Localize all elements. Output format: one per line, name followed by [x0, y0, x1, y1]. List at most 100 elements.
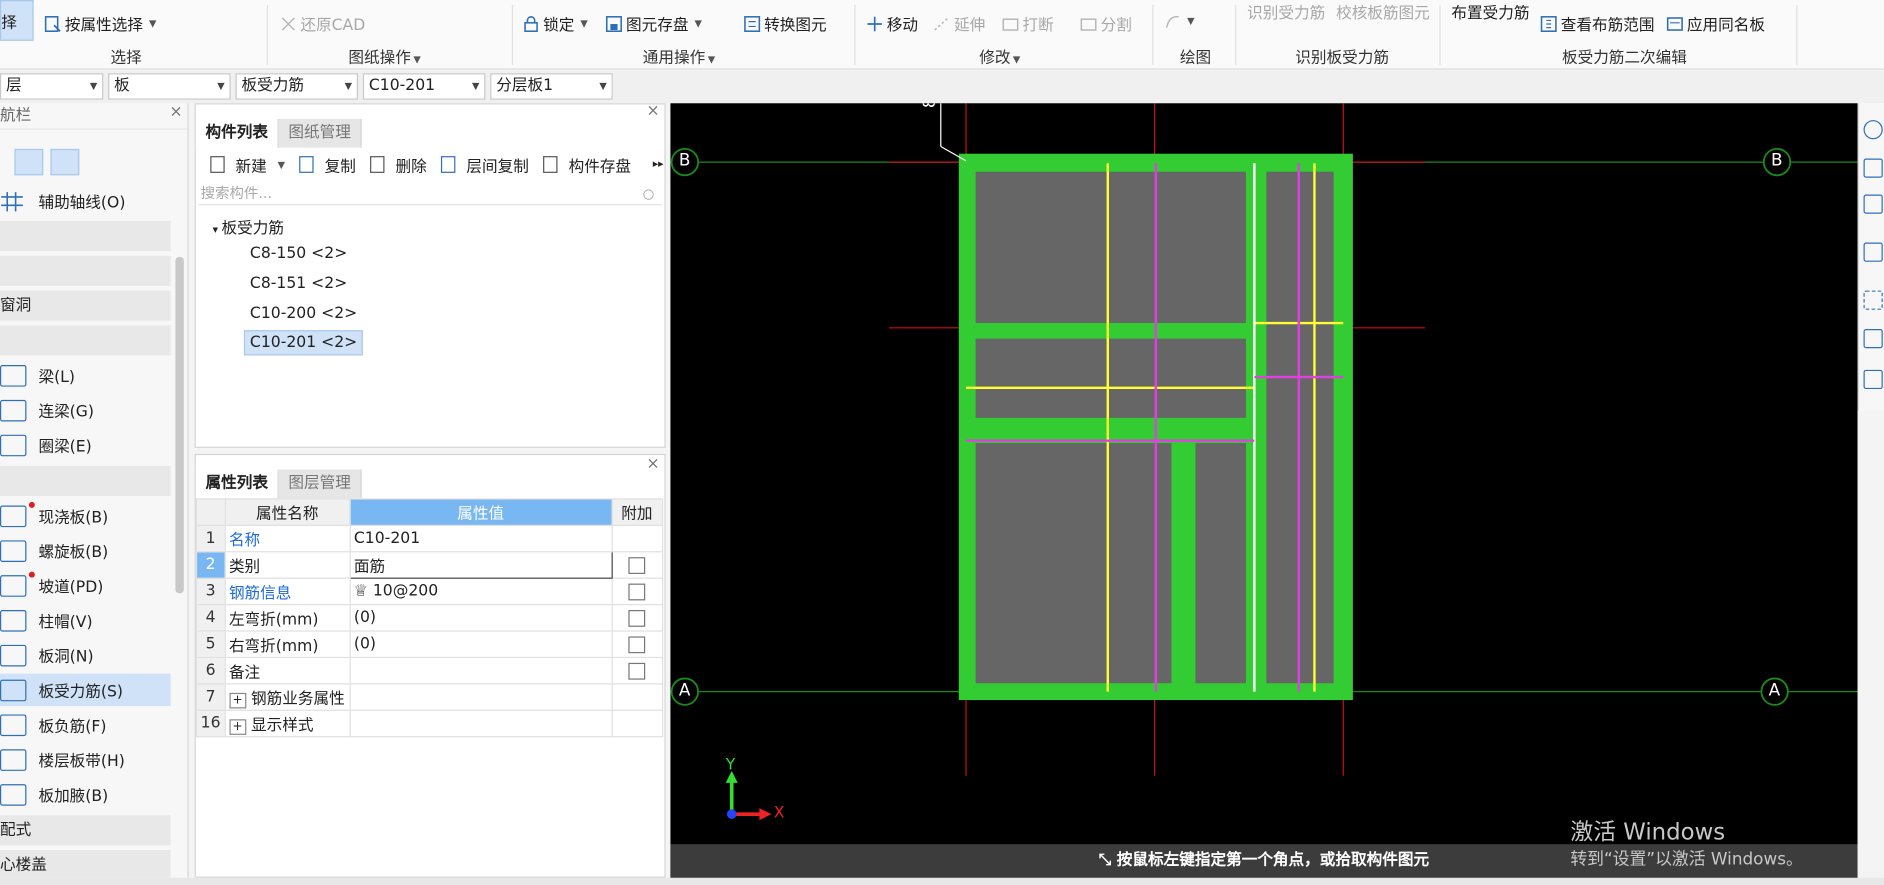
region-select-icon[interactable] — [1863, 290, 1883, 310]
extend-label: 延伸 — [953, 16, 986, 35]
tab-property-list[interactable]: 属性列表 — [195, 469, 279, 499]
nav-item-floor-strip[interactable]: 楼层板带(H) — [0, 743, 171, 775]
new-button[interactable]: 新建 ▼ — [203, 153, 285, 176]
nav-group-blank[interactable] — [0, 465, 171, 496]
nav-item-ramp[interactable]: 坡道(PD) — [0, 569, 171, 601]
save-elements-button[interactable]: 图元存盘 ▼ — [604, 12, 702, 35]
group-label-identify-slab-rebar: 识别板受力筋 — [1295, 49, 1389, 68]
nav-item-spiral-slab[interactable]: 螺旋板(B) — [0, 534, 171, 566]
orbit-icon[interactable] — [1863, 120, 1883, 140]
split-label: 分割 — [1100, 16, 1132, 35]
group-divider — [854, 4, 856, 65]
component-search-input[interactable]: 搜索构件... — [198, 181, 663, 206]
nav-group-prefab[interactable]: 配式 — [0, 815, 171, 846]
convert-elements-button[interactable]: 转换图元 — [743, 12, 827, 35]
nav-item-column-cap[interactable]: 柱帽(V) — [0, 604, 171, 636]
lock-button[interactable]: 锁定 ▼ — [521, 12, 588, 35]
filter-select-button[interactable]: 按属性选择 ▼ — [43, 12, 156, 35]
slab-haunch-icon — [0, 783, 27, 806]
nav-group-window-opening[interactable]: 窗洞 — [0, 290, 171, 321]
close-icon[interactable]: × — [647, 455, 660, 473]
navigation-panel: 航栏 × 辅助轴线(O) 窗洞 梁(L) 连梁(G) 圈梁(E) 现浇板(B) … — [0, 103, 189, 878]
arc-draw-button[interactable]: ▼ — [1163, 12, 1194, 30]
split-button[interactable]: 分割 — [1079, 12, 1132, 35]
view-rebar-range-button[interactable]: 查看布筋范围 — [1539, 12, 1654, 35]
delete-button[interactable]: 删除 — [363, 153, 427, 176]
table-row[interactable]: 5 右弯折(mm) (0) — [195, 630, 663, 659]
detail-view-icon[interactable] — [50, 148, 80, 176]
tree-item[interactable]: C8-150 <2> — [250, 245, 347, 263]
nav-item-cast-slab[interactable]: 现浇板(B) — [0, 500, 171, 532]
group-divider — [511, 4, 514, 65]
nav-item-slab-rebar[interactable]: 板受力筋(S) — [0, 673, 171, 707]
component-dropdown[interactable]: C10-201 ▼ — [362, 73, 486, 100]
table-row[interactable]: 3 钢筋信息 ♕ 10@200 — [195, 577, 663, 606]
identify-rebar-button[interactable]: 识别受力筋 — [1247, 0, 1325, 23]
tab-layer-management[interactable]: 图层管理 — [278, 469, 362, 499]
more-icon[interactable]: ▸▸ — [653, 159, 664, 171]
nav-scrollbar[interactable] — [175, 256, 184, 594]
restore-cad-button[interactable]: 还原CAD — [279, 12, 365, 35]
list-view-icon[interactable] — [14, 148, 44, 176]
box-view-icon[interactable] — [1863, 194, 1883, 214]
nav-item-slab-negative-rebar[interactable]: 板负筋(F) — [0, 708, 171, 740]
table-row[interactable]: 6 备注 — [195, 656, 663, 685]
nav-group-blank[interactable] — [0, 220, 171, 251]
category-dropdown[interactable]: 板 ▼ — [108, 73, 231, 100]
nav-item-ring-beam[interactable]: 圈梁(E) — [0, 429, 171, 461]
tab-component-list[interactable]: 构件列表 — [195, 118, 279, 148]
table-row[interactable]: 16 + 显示样式 — [195, 709, 663, 738]
table-row[interactable]: 4 左弯折(mm) (0) — [195, 604, 663, 632]
move-button[interactable]: 移动 — [865, 12, 918, 35]
extend-button[interactable]: 延伸 — [932, 12, 985, 35]
extra-checkbox[interactable] — [628, 556, 646, 574]
select-button[interactable]: 择 — [0, 0, 34, 41]
component-save-button[interactable]: 构件存盘 — [536, 153, 631, 176]
list-settings-icon[interactable] — [1863, 369, 1883, 390]
place-rebar-button[interactable]: 布置受力筋 — [1451, 0, 1529, 23]
break-button[interactable]: 打断 — [1001, 12, 1054, 35]
nav-item-coupling-beam[interactable]: 连梁(G) — [0, 394, 171, 426]
close-icon[interactable]: × — [170, 103, 183, 121]
extra-checkbox[interactable] — [628, 582, 646, 600]
extra-checkbox[interactable] — [628, 609, 646, 627]
nav-group-blank[interactable] — [0, 325, 171, 356]
extra-checkbox[interactable] — [628, 662, 646, 680]
tab-drawing-management[interactable]: 图纸管理 — [278, 118, 362, 148]
table-row[interactable]: 1 名称 C10-201 — [195, 524, 663, 553]
expand-icon[interactable]: + — [228, 692, 247, 709]
cube-icon[interactable] — [1863, 329, 1883, 349]
close-icon[interactable]: × — [647, 102, 660, 120]
solid-view-icon[interactable] — [1863, 242, 1883, 262]
slab-rebar-icon — [0, 679, 27, 701]
split-icon — [1079, 14, 1097, 32]
nav-group-blank[interactable] — [0, 255, 171, 286]
tree-item-selected[interactable]: C10-201 <2> — [243, 330, 364, 356]
drawing-canvas[interactable]: 800 B B A A Y X — [670, 103, 1858, 878]
check-rebar-button[interactable]: 校核板筋图元 — [1336, 0, 1430, 23]
nav-item-beam[interactable]: 梁(L) — [0, 359, 171, 391]
table-row[interactable]: 2 类别 面筋 — [195, 551, 663, 579]
header-property-name: 属性名称 — [224, 498, 351, 526]
floor-copy-button[interactable]: 层间复制 — [434, 153, 529, 176]
tree-item[interactable]: C8-151 <2> — [250, 275, 347, 293]
nav-item-aux-axis[interactable]: 辅助轴线(O) — [0, 185, 171, 217]
copy-button[interactable]: 复制 — [292, 153, 356, 176]
tree-root[interactable]: ▾ 板受力筋 — [213, 215, 284, 238]
lock-icon — [521, 14, 539, 32]
nav-item-slab-hole[interactable]: 板洞(N) — [0, 639, 171, 671]
extra-checkbox[interactable] — [628, 635, 646, 653]
nav-group-hollow-floor[interactable]: 心楼盖 — [0, 850, 171, 878]
nav-item-slab-haunch[interactable]: 板加腋(B) — [0, 778, 171, 810]
tree-item[interactable]: C10-200 <2> — [250, 305, 357, 323]
column-cap-icon — [0, 609, 27, 632]
expand-icon[interactable]: + — [228, 719, 247, 735]
table-row[interactable]: 7 + 钢筋业务属性 — [195, 683, 663, 711]
search-icon[interactable]: ○ — [643, 186, 655, 202]
type-dropdown[interactable]: 板受力筋 ▼ — [235, 73, 359, 100]
category-edit-field[interactable]: 面筋 — [349, 551, 613, 579]
layer-dropdown[interactable]: 分层板1 ▼ — [490, 73, 613, 100]
3d-view-icon[interactable] — [1863, 158, 1883, 178]
apply-same-slab-button[interactable]: 应用同名板 — [1665, 12, 1765, 35]
floor-dropdown[interactable]: 层 ▼ — [0, 73, 104, 100]
